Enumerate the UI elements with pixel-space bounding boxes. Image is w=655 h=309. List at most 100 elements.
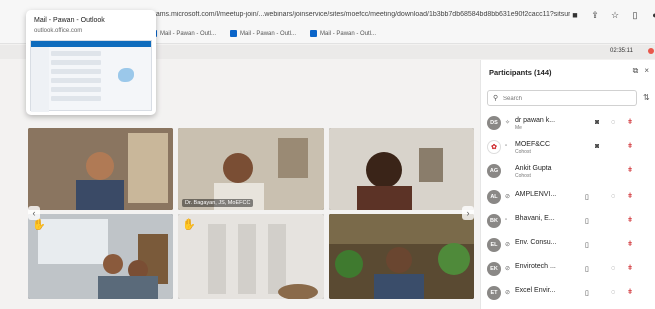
device-icon: ▯	[585, 266, 589, 273]
participant-row[interactable]: DS ✧ dr pawan k... Me ◙ ◌ ǂ	[487, 114, 647, 134]
participant-name: Env. Consu...	[515, 239, 557, 246]
participant-row[interactable]: EK ⊘ Envirotech ... ▯ ◌ ǂ	[487, 260, 647, 280]
preview-url: outlook.office.com	[34, 28, 83, 34]
participant-name: Bhavani, E...	[515, 215, 555, 222]
participant-role: Cohost	[515, 173, 531, 179]
meeting-timer: 02:35:11	[610, 48, 633, 54]
bookmark-item[interactable]: Mail - Pawan - Outl...	[150, 30, 216, 37]
video-tile[interactable]	[28, 128, 173, 210]
next-page-arrow[interactable]: ›	[462, 206, 474, 220]
avatar: AL	[487, 190, 501, 204]
participant-video	[28, 128, 173, 210]
sort-icon[interactable]: ⇅	[643, 93, 650, 102]
host-icon: ✧	[505, 120, 511, 126]
panel-actions: ⧉ ×	[633, 66, 649, 76]
avatar: EK	[487, 262, 501, 276]
participant-name: MOEF&CC	[515, 141, 550, 148]
mic-muted-icon[interactable]: ǂ	[628, 143, 632, 150]
tile-name-label: Dr. Bagayan, JS, MoEFCC	[182, 199, 254, 207]
bookmark-label: Mail - Pawan - Outl...	[320, 30, 377, 37]
camera-off-icon: ◌	[611, 289, 616, 296]
preview-title: Mail - Pawan - Outlook	[34, 17, 105, 24]
participant-name: Envirotech ...	[515, 263, 556, 270]
participant-row[interactable]: ET ⊘ Excel Envir... ▯ ◌ ǂ	[487, 284, 647, 304]
guest-icon: ⊘	[505, 194, 511, 200]
bookmark-item[interactable]: Mail - Pawan - Outl...	[230, 30, 296, 37]
close-icon[interactable]: ×	[644, 66, 649, 76]
thumbnail-sidebar	[31, 47, 49, 112]
recording-indicator	[648, 48, 654, 54]
video-icon[interactable]: ■	[570, 10, 580, 20]
bookmark-item[interactable]: Mail - Pawan - Outl...	[310, 30, 376, 37]
avatar: DS	[487, 116, 501, 130]
star-icon[interactable]: ☆	[610, 10, 620, 20]
participant-role: Cohost	[515, 149, 531, 155]
avatar: ET	[487, 286, 501, 300]
participant-row[interactable]: BK ▫ Bhavani, E... ▯ ǂ	[487, 212, 647, 232]
profile-icon[interactable]: ●	[650, 10, 655, 20]
participant-video	[329, 128, 474, 210]
preview-thumbnail	[30, 40, 152, 112]
mic-muted-icon[interactable]: ǂ	[628, 265, 632, 272]
participant-role: Me	[515, 125, 522, 131]
mic-muted-icon[interactable]: ǂ	[628, 193, 632, 200]
participant-name: dr pawan k...	[515, 117, 556, 124]
participant-video	[178, 214, 324, 299]
tab-hover-preview[interactable]: Mail - Pawan - Outlook outlook.office.co…	[26, 10, 156, 115]
split-icon[interactable]: ▯	[630, 10, 640, 20]
bookmark-label: Mail - Pawan - Outl...	[240, 30, 297, 37]
thumbnail-header	[31, 41, 151, 47]
screen-share-icon: ◙	[595, 119, 600, 126]
mic-muted-icon[interactable]: ǂ	[628, 289, 632, 296]
participant-search[interactable]: ⚲	[487, 90, 637, 106]
video-tile[interactable]: ✋	[28, 214, 173, 299]
participant-row[interactable]: AG Ankit Gupta Cohost ǂ	[487, 162, 647, 182]
participants-panel: Participants (144) ⧉ × ⚲ ⇅ DS ✧ dr pawan…	[480, 60, 655, 309]
participant-name: AMPLENVI...	[515, 191, 557, 198]
search-input[interactable]	[503, 93, 633, 104]
address-bar[interactable]: teams.microsoft.com/l/meetup-join/...web…	[150, 11, 570, 27]
participant-row[interactable]: EL ⊘ Env. Consu... ▯ ǂ	[487, 236, 647, 256]
avatar: BK	[487, 214, 501, 228]
mic-muted-icon[interactable]: ǂ	[628, 119, 632, 126]
panel-title: Participants (144)	[489, 68, 552, 77]
video-tile[interactable]: ✋	[178, 214, 324, 299]
thumbnail-reading-pane	[107, 55, 145, 95]
video-tile[interactable]: Dr. Bagayan, JS, MoEFCC	[178, 128, 324, 210]
screen-share-icon: ◙	[595, 143, 600, 150]
screen: teams.microsoft.com/l/meetup-join/...web…	[0, 0, 655, 309]
participant-name: Excel Envir...	[515, 287, 556, 294]
device-icon: ▯	[585, 194, 589, 201]
bookmark-label: Mail - Pawan - Outl...	[160, 30, 217, 37]
emblem-avatar: ✿	[487, 140, 501, 154]
device-icon: ▫	[505, 217, 508, 223]
guest-icon: ⊘	[505, 266, 511, 272]
avatar: AG	[487, 164, 501, 178]
video-tile[interactable]	[329, 214, 474, 299]
thumbnail-mail-list	[51, 51, 101, 105]
participant-row[interactable]: AL ⊘ AMPLENVI... ▯ ◌ ǂ	[487, 188, 647, 208]
outlook-illustration-icon	[118, 68, 134, 82]
video-tile[interactable]	[329, 128, 474, 210]
mic-muted-icon[interactable]: ǂ	[628, 167, 632, 174]
mic-muted-icon[interactable]: ǂ	[628, 217, 632, 224]
participant-row[interactable]: ✿ ▫ MOEF&CC Cohost ◙ ǂ	[487, 138, 647, 158]
raised-hand-icon: ✋	[32, 219, 46, 231]
device-icon: ▯	[585, 218, 589, 225]
camera-off-icon: ◌	[611, 193, 616, 200]
participant-video	[28, 214, 173, 299]
avatar: EL	[487, 238, 501, 252]
popout-icon[interactable]: ⧉	[633, 66, 639, 76]
participant-name: Ankit Gupta	[515, 165, 552, 172]
share-icon[interactable]: ⇪	[590, 10, 600, 20]
mic-muted-icon[interactable]: ǂ	[628, 241, 632, 248]
device-icon: ▯	[585, 242, 589, 249]
participant-video	[329, 214, 474, 299]
camera-off-icon: ◌	[611, 119, 616, 126]
previous-page-arrow[interactable]: ‹	[28, 206, 40, 220]
device-icon: ▯	[585, 290, 589, 297]
bookmarks-bar: Mail - Pawan - Outl... Mail - Pawan - Ou…	[150, 30, 376, 37]
browser-actions: ■ ⇪ ☆ ▯ ●	[570, 10, 655, 20]
outlook-icon	[310, 30, 318, 37]
guest-icon: ⊘	[505, 290, 511, 296]
